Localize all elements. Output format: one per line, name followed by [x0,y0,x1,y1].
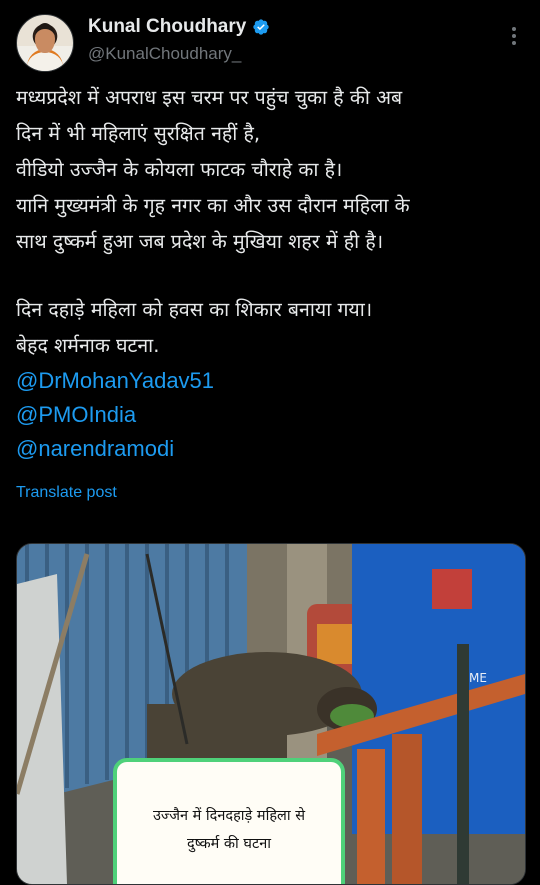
post-text-line: दिन में भी महिलाएं सुरक्षित नहीं है, [16,122,261,145]
more-options-icon[interactable] [504,24,524,48]
post-text-line: दिन दहाड़े महिला को हवस का शिकार बनाया ग… [16,298,373,321]
mention-link[interactable]: @PMOIndia [16,398,526,432]
avatar-figure-head [35,23,55,53]
post-body: मध्यप्रदेश में अपराध इस चरम पर पहुंच चुक… [16,80,526,466]
author-handle[interactable]: @KunalChoudhary_ [88,44,241,64]
video-caption-box: उज्जैन में दिनदहाड़े महिला से दुष्कर्म क… [113,758,345,884]
video-caption-line: दुष्कर्म की घटना [186,836,272,852]
post-text-line: वीडियो उज्जैन के कोयला फाटक चौराहे का है… [16,158,343,181]
mention-link[interactable]: @narendramodi [16,432,526,466]
video-caption-line: उज्जैन में दिनदहाड़े महिला से [152,808,306,824]
verified-badge-icon [253,19,270,35]
video-caption: उज्जैन में दिनदहाड़े महिला से दुष्कर्म क… [123,802,335,858]
post-text-line: यानि मुख्यमंत्री के गृह नगर का और उस दौर… [16,194,410,217]
author-avatar[interactable] [16,14,74,72]
translate-post-link[interactable]: Translate post [16,484,117,502]
post-text-line: मध्यप्रदेश में अपराध इस चरम पर पहुंच चुक… [16,86,403,109]
mention-link[interactable]: @DrMohanYadav51 [16,364,526,398]
post-video-thumbnail[interactable]: ME उज्जैन में दिनदहाड़े महिला से दुष्कर्… [16,543,526,885]
post-text-line: बेहद शर्मनाक घटना. [16,334,160,357]
author-name-row: Kunal Choudhary [88,16,270,38]
bin-label: ME [469,671,487,685]
post-text-line: साथ दुष्कर्म हुआ जब प्रदेश के मुखिया शहर… [16,230,384,253]
post-header: Kunal Choudhary @KunalChoudhary_ [16,14,524,74]
author-name[interactable]: Kunal Choudhary [88,16,246,38]
